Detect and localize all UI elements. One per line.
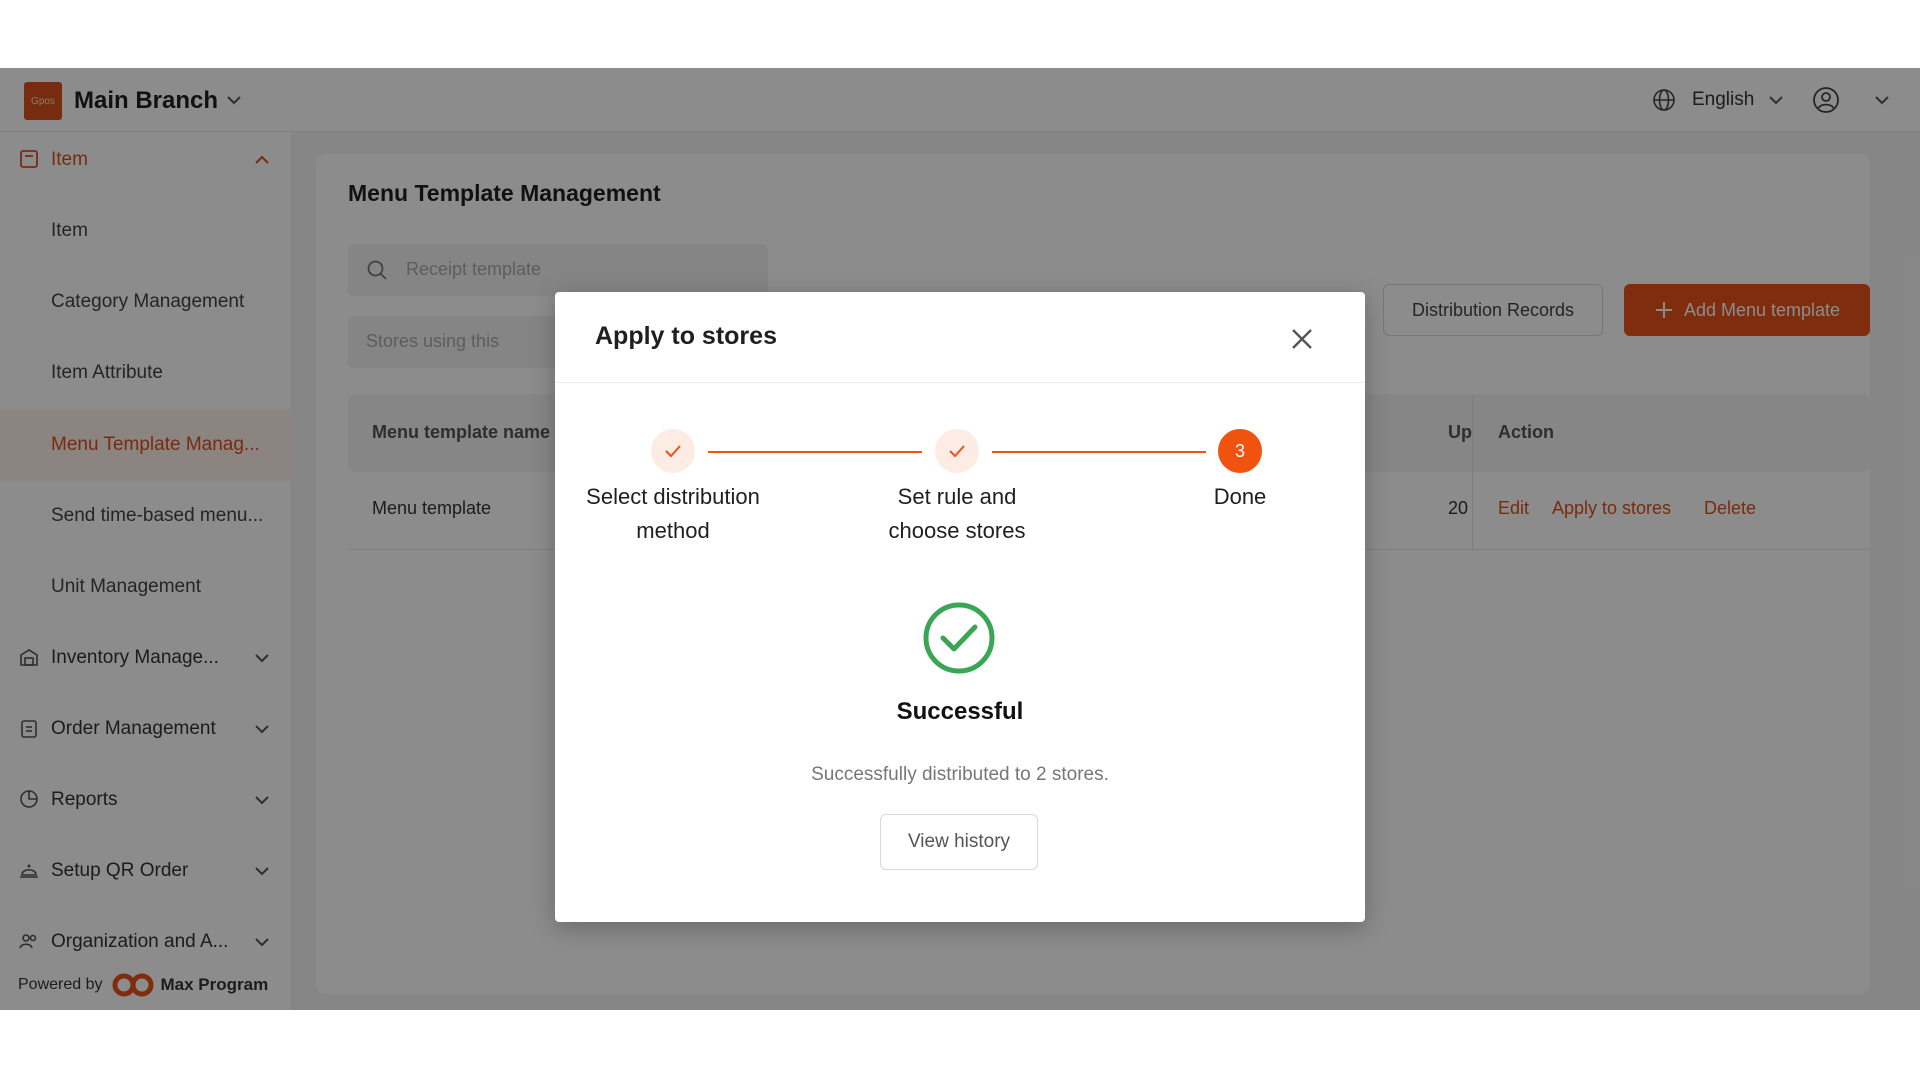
- step-2-indicator: [935, 429, 979, 473]
- dialog-divider: [555, 382, 1365, 383]
- dialog-title: Apply to stores: [595, 322, 777, 350]
- check-icon: [949, 445, 965, 458]
- success-title: Successful: [896, 698, 1024, 725]
- view-history-button[interactable]: View history: [880, 814, 1038, 870]
- step-1-label: Select distribution method: [586, 484, 760, 543]
- step-number: 3: [1234, 440, 1245, 461]
- step-2-label: Set rule and choose stores: [888, 484, 1026, 543]
- apply-to-stores-dialog: Apply to stores Select distribution meth…: [555, 292, 1365, 922]
- success-check-icon: [923, 602, 995, 674]
- step-3-indicator: 3: [1218, 429, 1262, 473]
- step-3-label: Done: [1213, 484, 1267, 509]
- check-icon: [665, 445, 681, 458]
- close-icon[interactable]: [1285, 322, 1319, 356]
- step-connector: [708, 451, 922, 453]
- success-description: Successfully distributed to 2 stores.: [811, 764, 1109, 785]
- app-window: Gpos Main Branch English Item Item Categ…: [0, 68, 1920, 1010]
- step-1-indicator: [651, 429, 695, 473]
- step-connector: [992, 451, 1206, 453]
